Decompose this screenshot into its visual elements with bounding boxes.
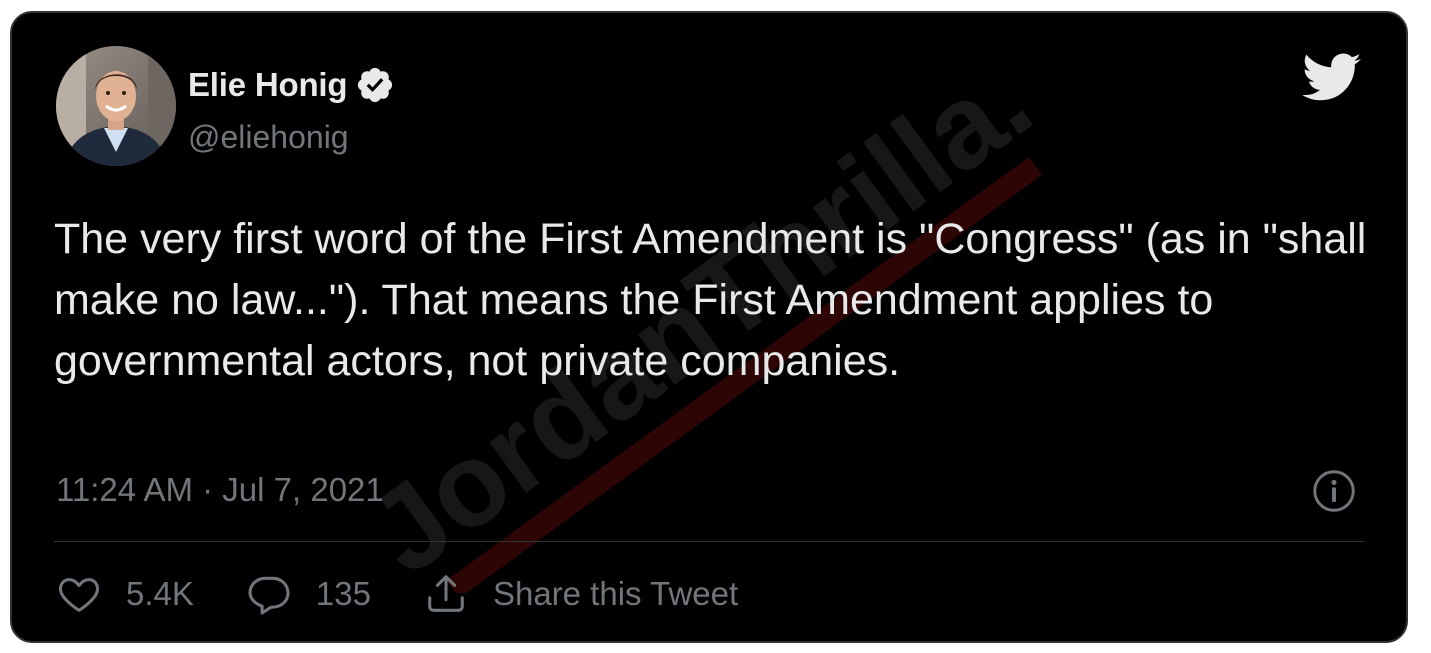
heart-icon (58, 578, 100, 612)
reply-button[interactable]: 135 (246, 571, 371, 617)
tweet-actions: 5.4K 135 Share this Tweet (56, 569, 738, 619)
tweet-text: The very first word of the First Amendme… (54, 215, 1367, 385)
tweet-card: Elie Honig @eliehonig JordanThrilla. The… (10, 11, 1408, 643)
author-handle[interactable]: @eliehonig (188, 119, 349, 156)
author-name-row: Elie Honig (188, 65, 395, 105)
divider (54, 541, 1364, 542)
avatar-image (56, 46, 176, 166)
speech-bubble-icon (248, 576, 290, 615)
avatar[interactable] (56, 46, 176, 166)
share-upload-icon (428, 575, 464, 612)
tweet-timestamp[interactable]: 11:24 AM · Jul 7, 2021 (56, 471, 384, 509)
like-count: 5.4K (126, 575, 194, 612)
verified-badge-icon (355, 65, 395, 105)
like-button[interactable]: 5.4K (56, 571, 194, 617)
reply-count: 135 (315, 575, 371, 612)
share-button[interactable]: Share this Tweet (423, 571, 738, 617)
display-name[interactable]: Elie Honig (188, 66, 348, 104)
twitter-bird-icon[interactable] (1302, 53, 1362, 103)
share-label: Share this Tweet (492, 575, 739, 612)
info-icon[interactable] (1312, 469, 1356, 513)
